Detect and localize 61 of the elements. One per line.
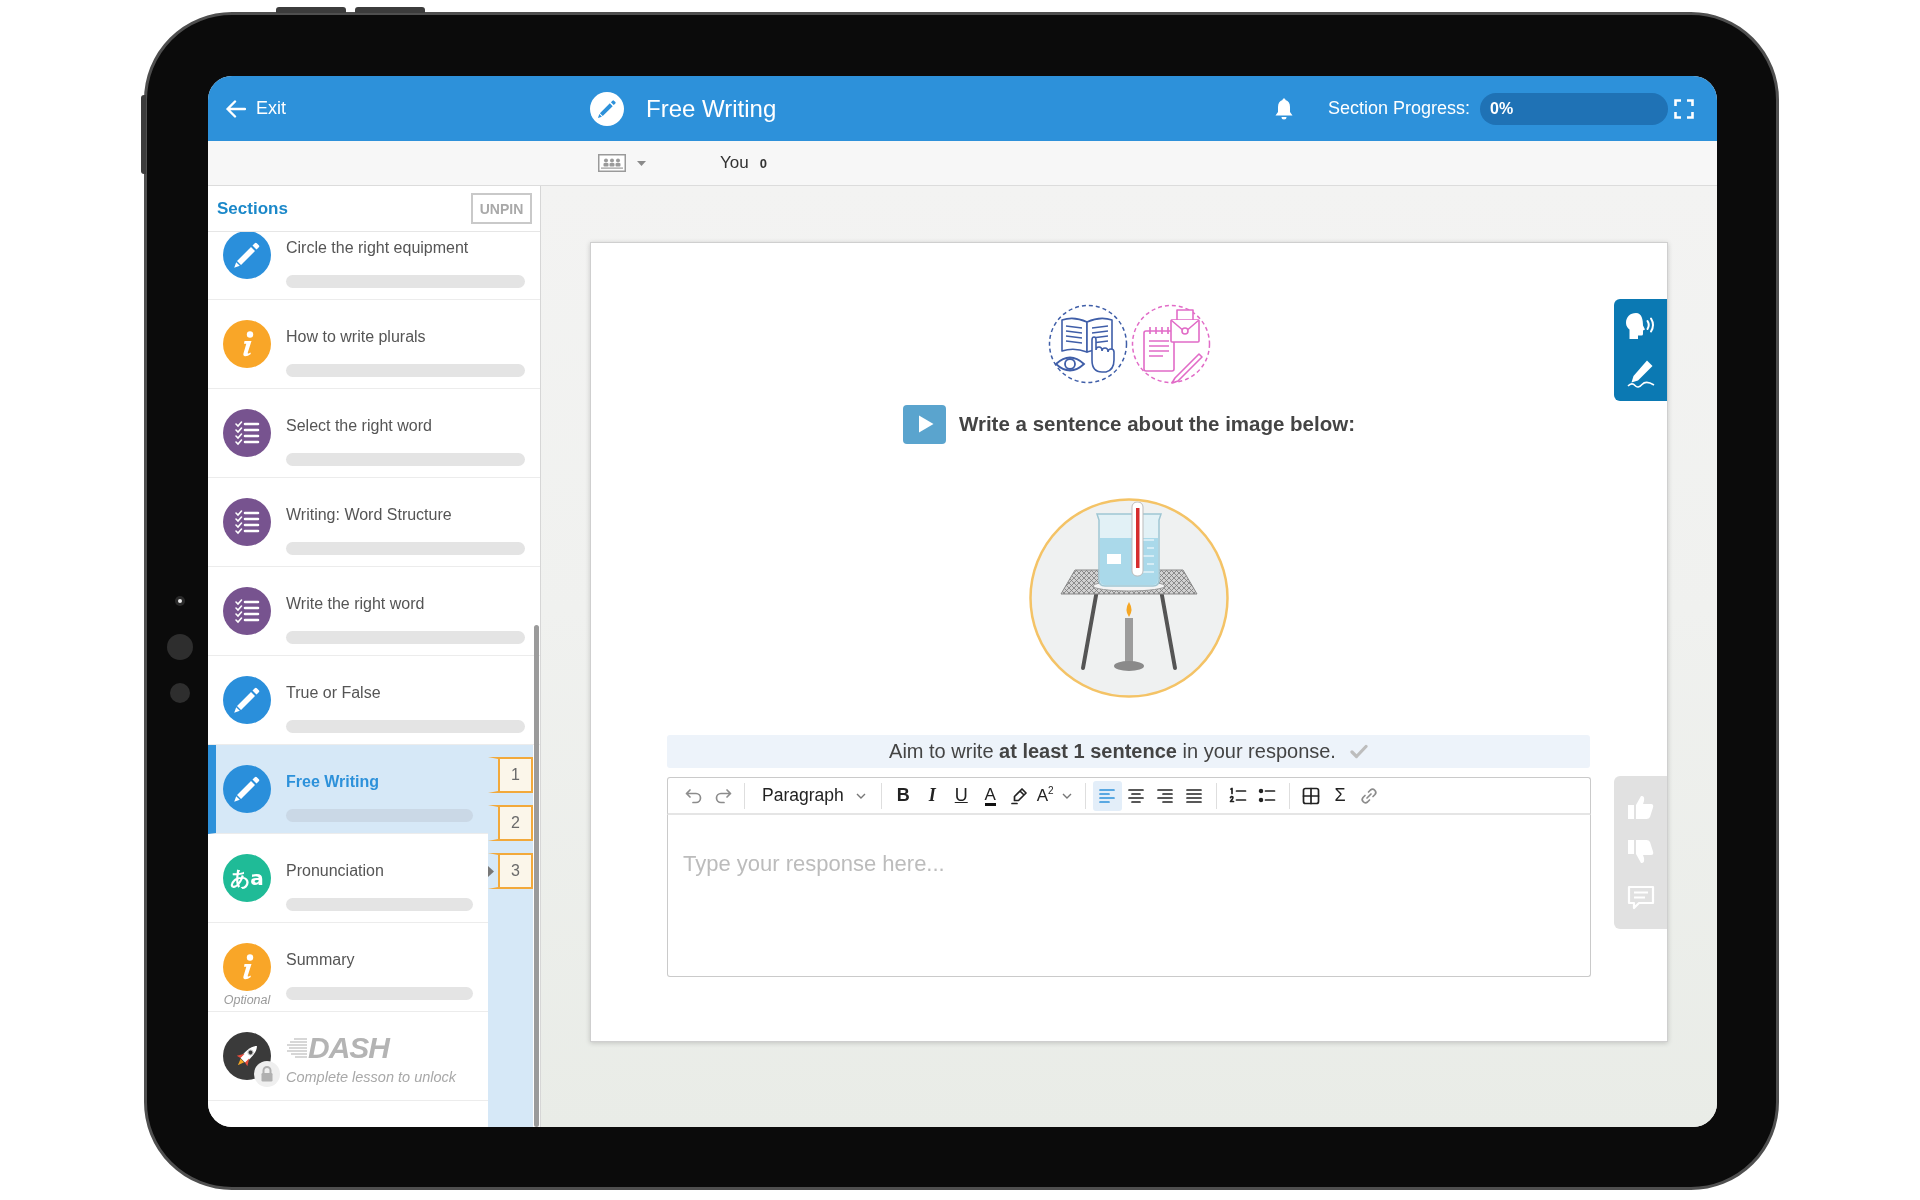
camera-icon — [175, 596, 185, 606]
table-icon — [1302, 786, 1321, 805]
user-score: 0 — [759, 155, 767, 171]
hiragana-letter-icon: あa — [223, 854, 271, 902]
align-left-icon — [1098, 786, 1117, 805]
pencil-icon — [590, 91, 624, 126]
activity-title: Free Writing — [646, 94, 777, 123]
bullet-list-icon — [1258, 786, 1277, 805]
scrollbar[interactable] — [534, 625, 539, 1127]
checklist-icon — [223, 587, 271, 635]
chevron-down-icon — [855, 792, 866, 799]
chevron-down-icon — [1061, 792, 1072, 799]
numbered-list-icon — [1229, 786, 1248, 805]
lock-icon — [254, 1061, 280, 1087]
caret-icon — [637, 160, 646, 166]
text-color-button[interactable]: A — [975, 780, 1005, 811]
pencil-icon — [223, 676, 271, 724]
link-icon — [1360, 786, 1379, 805]
italic-button[interactable]: I — [917, 780, 947, 811]
speed-lines-icon — [286, 1037, 308, 1059]
thumbs-down-icon — [1626, 839, 1655, 866]
bezel-sensor-icon — [170, 683, 190, 703]
section-progress-value: 0% — [1490, 99, 1514, 118]
underline-button[interactable]: U — [946, 780, 976, 811]
info-icon — [223, 943, 271, 991]
info-icon — [223, 320, 271, 368]
play-audio-button[interactable] — [902, 404, 946, 444]
group-icon — [598, 154, 626, 172]
notepad-and-envelope-icon — [1130, 304, 1211, 384]
paragraph-dropdown[interactable]: Paragraph — [752, 780, 874, 811]
pencil-icon — [223, 765, 271, 813]
pen-signature-icon — [1625, 358, 1656, 388]
back-arrow-icon — [226, 99, 246, 118]
bell-icon[interactable] — [1273, 96, 1294, 121]
justify-icon — [1185, 786, 1204, 805]
sections-heading: Sections — [217, 198, 288, 219]
user-label: You — [720, 153, 749, 173]
superscript-dropdown[interactable]: A$^{2}$ — [1033, 780, 1078, 811]
fullscreen-icon[interactable] — [1674, 98, 1694, 119]
checklist-icon — [223, 498, 271, 546]
formula-button[interactable]: Σ — [1325, 780, 1355, 811]
checklist-icon — [223, 409, 271, 457]
highlighter-icon — [1010, 786, 1029, 805]
speaking-head-icon — [1624, 312, 1657, 340]
undo-icon — [684, 786, 703, 805]
play-icon — [917, 414, 936, 434]
response-field[interactable]: Type your response here... — [667, 815, 1591, 977]
comment-icon — [1626, 885, 1655, 912]
page-number-button[interactable]: 3 — [488, 853, 533, 889]
align-right-icon — [1156, 786, 1175, 805]
align-center-icon — [1127, 786, 1146, 805]
prompt-text: Write a sentence about the image below: — [958, 412, 1355, 436]
pencil-icon — [223, 232, 271, 279]
thumbs-up-icon — [1626, 793, 1655, 820]
section-item[interactable]: Circle the right equipment — [208, 232, 540, 300]
book-and-eye-icon — [1047, 304, 1128, 384]
bold-button[interactable]: B — [888, 780, 918, 811]
section-progress-label: Section Progress: — [1327, 98, 1470, 119]
redo-icon — [713, 786, 732, 805]
hint-text: Aim to write at least 1 sentence in your response. — [889, 740, 1336, 763]
bezel-sensor-icon — [167, 634, 193, 660]
